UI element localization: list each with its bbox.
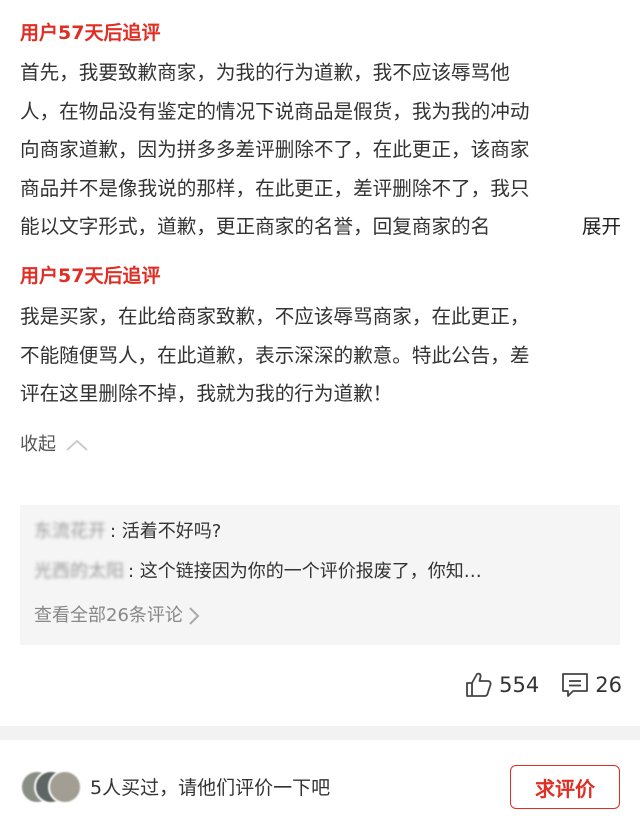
comment-text: 这个链接因为你的一个评价报废了，你知… xyxy=(139,561,482,582)
buyer-avatars xyxy=(20,770,82,804)
text-line-content: 能以文字形式，道歉，更正商家的名誉，回复商家的名 xyxy=(20,215,491,238)
chevron-up-icon xyxy=(66,439,88,451)
followup-text: 首先，我要致歉商家，为我的行为道歉，我不应该辱骂他 人，在物品没有鉴定的情况下说… xyxy=(20,54,625,247)
buyers-prompt: 5人买过，请他们评价一下吧 xyxy=(90,777,331,799)
comment-separator: : xyxy=(128,561,140,582)
comment-text: 活着不好吗? xyxy=(121,521,222,542)
followup-text: 我是买家，在此给商家致歉，不应该辱骂商家，在此更正， 不能随便骂人，在此道歉，表… xyxy=(20,298,625,414)
section-divider xyxy=(0,726,640,740)
text-line: 评在这里删除不掉，我就为我的行为道歉！ xyxy=(20,382,393,405)
comment-icon xyxy=(562,673,589,697)
collapse-button[interactable]: 收起 xyxy=(20,430,90,460)
text-line: 我是买家，在此给商家致歉，不应该辱骂商家，在此更正， xyxy=(20,305,530,328)
text-line: 人，在物品没有鉴定的情况下说商品是假货，我为我的冲动 xyxy=(20,99,530,123)
text-line: 能以文字形式，道歉，更正商家的名誉，回复商家的名 展开 xyxy=(20,208,625,247)
text-line: 商品并不是像我说的那样，在此更正，差评删除不了，我只 xyxy=(20,176,530,200)
comment-row[interactable]: 东流花开: 活着不好吗? xyxy=(34,518,221,546)
comment-separator: : xyxy=(110,521,122,542)
comment-count: 26 xyxy=(595,673,622,697)
review-stats: 554 26 xyxy=(465,672,622,698)
like-button[interactable]: 554 xyxy=(465,672,539,698)
chevron-right-icon xyxy=(189,607,200,625)
request-review-button[interactable]: 求评价 xyxy=(510,765,620,809)
text-line: 首先，我要致歉商家，为我的行为道歉，我不应该辱骂他 xyxy=(20,61,510,84)
avatar xyxy=(48,770,82,804)
like-count: 554 xyxy=(499,673,540,697)
commenter-name: 东流花开 xyxy=(34,521,106,542)
comments-box: 东流花开: 活着不好吗? 光西的太阳: 这个链接因为你的一个评价报废了，你知… … xyxy=(20,505,620,645)
followup-heading: 用户57天后追评 xyxy=(20,265,161,287)
followup-heading: 用户57天后追评 xyxy=(20,22,161,44)
commenter-name: 光西的太阳 xyxy=(34,561,124,582)
expand-button[interactable]: 展开 xyxy=(575,208,621,247)
text-line: 不能随便骂人，在此道歉，表示深深的歉意。特此公告，差 xyxy=(20,343,530,367)
view-all-label: 查看全部26条评论 xyxy=(34,605,183,626)
collapse-label: 收起 xyxy=(20,434,56,455)
view-all-comments-link[interactable]: 查看全部26条评论 xyxy=(34,602,201,630)
thumbs-up-icon xyxy=(466,672,492,697)
comment-button[interactable]: 26 xyxy=(561,672,622,698)
comment-row[interactable]: 光西的太阳: 这个链接因为你的一个评价报废了，你知… xyxy=(34,558,482,586)
text-line: 向商家道歉，因为拼多多差评删除不了，在此更正，该商家 xyxy=(20,138,530,161)
